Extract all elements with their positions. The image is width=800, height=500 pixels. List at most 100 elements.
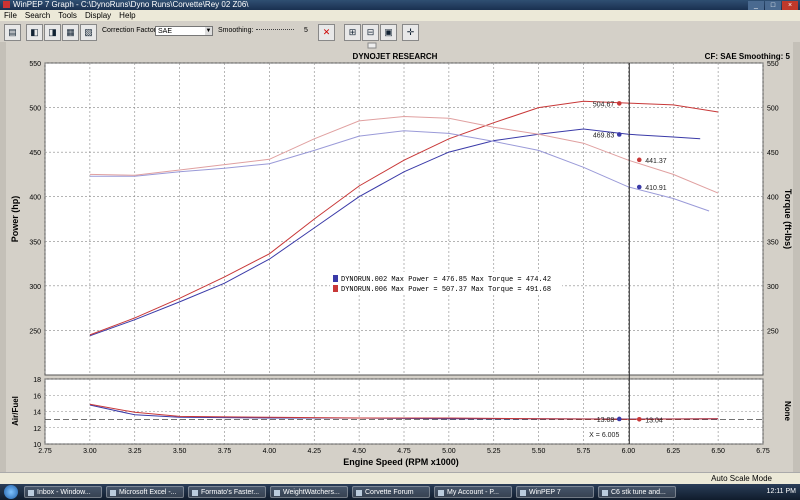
y-tick-label: 350 <box>29 239 41 246</box>
open-runs-icon[interactable]: ▤ <box>4 24 21 41</box>
menu-tools[interactable]: Tools <box>54 11 81 20</box>
y-tick-label: 550 <box>29 61 41 68</box>
y-tick-label: 300 <box>29 284 41 291</box>
cursor-marker <box>616 101 622 106</box>
x-tick-label: 3.00 <box>83 448 97 455</box>
taskbar-item[interactable]: Microsoft Excel -... <box>106 486 184 498</box>
title-bar: WinPEP 7 Graph - C:\DynoRuns\Dyno Runs\C… <box>0 0 800 10</box>
af-cursor-value: 13.08 <box>597 417 615 424</box>
legend-entry-run006: DYNORUN.006 Max Power = 507.37 Max Torqu… <box>341 286 551 294</box>
legend-entry-run002: DYNORUN.002 Max Power = 476.85 Max Torqu… <box>341 276 551 284</box>
x-tick-label: 5.50 <box>532 448 546 455</box>
taskbar-item[interactable]: WinPEP 7 <box>516 486 594 498</box>
cursor-marker <box>636 184 642 190</box>
x-tick-label: 6.25 <box>666 448 680 455</box>
dyno-graph[interactable]: DYNOJET RESEARCH CF: SAE Smoothing: 5 25… <box>0 42 800 472</box>
taskbar-item[interactable]: Corvette Forum <box>352 486 430 498</box>
x-tick-label: 4.25 <box>307 448 321 455</box>
smoothing-value: 5 <box>304 27 308 34</box>
taskbar-item[interactable]: WeightWatchers... <box>270 486 348 498</box>
menu-file[interactable]: File <box>0 11 21 20</box>
y-tick-label: 400 <box>29 195 41 202</box>
af-cursor-marker <box>636 417 642 422</box>
x-tick-label: 4.50 <box>352 448 366 455</box>
legend-swatch-run002 <box>333 275 338 282</box>
left-scrollbar[interactable] <box>0 42 6 472</box>
af-y-tick-label: 12 <box>33 426 41 433</box>
af-y-tick-label: 16 <box>33 393 41 400</box>
cursor-value: 410.91 <box>645 185 667 192</box>
window-title: WinPEP 7 Graph - C:\DynoRuns\Dyno Runs\C… <box>13 0 249 9</box>
correction-factor-select[interactable]: SAE ▼ <box>155 26 213 36</box>
toolbar: ▤ ◧ ◨ ▦ ▧ Correction Factor: SAE ▼ Smooth… <box>0 21 800 43</box>
x-tick-label: 5.75 <box>577 448 591 455</box>
cursor-crosshair-icon[interactable]: ✛ <box>402 24 419 41</box>
menu-display[interactable]: Display <box>81 11 115 20</box>
y-tick-label: 450 <box>29 150 41 157</box>
x-tick-label: 6.50 <box>711 448 725 455</box>
start-button[interactable] <box>4 485 18 499</box>
y2-tick-label: 450 <box>767 150 779 157</box>
zoom-out-icon[interactable]: ⊟ <box>362 24 379 41</box>
taskbar-item[interactable]: Inbox - Window... <box>24 486 102 498</box>
close-button[interactable]: × <box>782 1 798 10</box>
af-cursor-marker <box>616 416 622 422</box>
menu-help[interactable]: Help <box>115 11 139 20</box>
x-tick-label: 4.00 <box>263 448 277 455</box>
x-tick-label: 6.75 <box>756 448 770 455</box>
x-tick-label: 3.25 <box>128 448 142 455</box>
y2-tick-label: 300 <box>767 284 779 291</box>
x-tick-label: 3.75 <box>218 448 232 455</box>
taskbar-item[interactable]: My Account - P... <box>434 486 512 498</box>
y2-tick-label: 400 <box>767 195 779 202</box>
legend-swatch-run006 <box>333 285 338 292</box>
system-tray: 12:11 PM <box>738 484 800 500</box>
taskbar: Inbox - Window... Microsoft Excel -... For… <box>0 484 800 500</box>
graph-af-icon[interactable]: ▧ <box>80 24 97 41</box>
smoothing-label: Smoothing: <box>218 27 254 34</box>
taskbar-item[interactable]: Formato's Faster... <box>188 486 266 498</box>
zoom-in-icon[interactable]: ⊞ <box>344 24 361 41</box>
graph-info: CF: SAE Smoothing: 5 <box>705 52 791 61</box>
cursor-value: 504.67 <box>593 101 615 108</box>
y2-tick-label: 550 <box>767 61 779 68</box>
x-tick-label: 5.00 <box>442 448 456 455</box>
smoothing-slider[interactable] <box>256 29 294 34</box>
cursor-x-readout: X = 6.005 <box>589 432 619 439</box>
af-y-tick-label: 14 <box>33 410 41 417</box>
y-tick-label: 250 <box>29 328 41 335</box>
scale-mode: Auto Scale Mode <box>711 474 772 483</box>
correction-factor-value: SAE <box>158 28 173 35</box>
minimize-button[interactable]: _ <box>748 1 764 10</box>
af-y2-axis-label: None <box>783 401 792 422</box>
af-cursor-value: 13.04 <box>645 417 663 424</box>
y2-axis-label: Torque (ft-lbs) <box>783 189 793 249</box>
cursor-value: 441.37 <box>645 158 667 165</box>
x-tick-label: 3.50 <box>173 448 187 455</box>
x-tick-label: 5.25 <box>487 448 501 455</box>
right-scrollbar[interactable] <box>793 42 800 472</box>
cursor-value: 469.83 <box>593 132 615 139</box>
taskbar-item[interactable]: C6 stk tune and... <box>598 486 676 498</box>
y2-tick-label: 350 <box>767 239 779 246</box>
app-icon <box>3 1 10 8</box>
x-tick-label: 2.75 <box>38 448 52 455</box>
graph-torque-icon[interactable]: ◨ <box>44 24 61 41</box>
correction-factor-label: Correction Factor: <box>102 27 159 34</box>
menu-bar: File Search Tools Display Help <box>0 10 800 21</box>
clock: 12:11 PM <box>766 488 796 495</box>
y-axis-label: Power (hp) <box>10 196 20 243</box>
graph-power-icon[interactable]: ◧ <box>26 24 43 41</box>
graph-title: DYNOJET RESEARCH <box>353 52 438 61</box>
af-y-axis-label: Air/Fuel <box>11 396 20 426</box>
zoom-fit-icon[interactable]: ▣ <box>380 24 397 41</box>
collapse-handle-icon[interactable] <box>367 42 377 49</box>
graph-overlay-icon[interactable]: ▦ <box>62 24 79 41</box>
clear-x-icon[interactable]: ✕ <box>318 24 335 41</box>
menu-search[interactable]: Search <box>21 11 54 20</box>
cursor-marker <box>636 157 642 163</box>
maximize-button[interactable]: □ <box>765 1 781 10</box>
y2-tick-label: 250 <box>767 328 779 335</box>
x-tick-label: 4.75 <box>397 448 411 455</box>
window-controls: _ □ × <box>747 0 798 10</box>
